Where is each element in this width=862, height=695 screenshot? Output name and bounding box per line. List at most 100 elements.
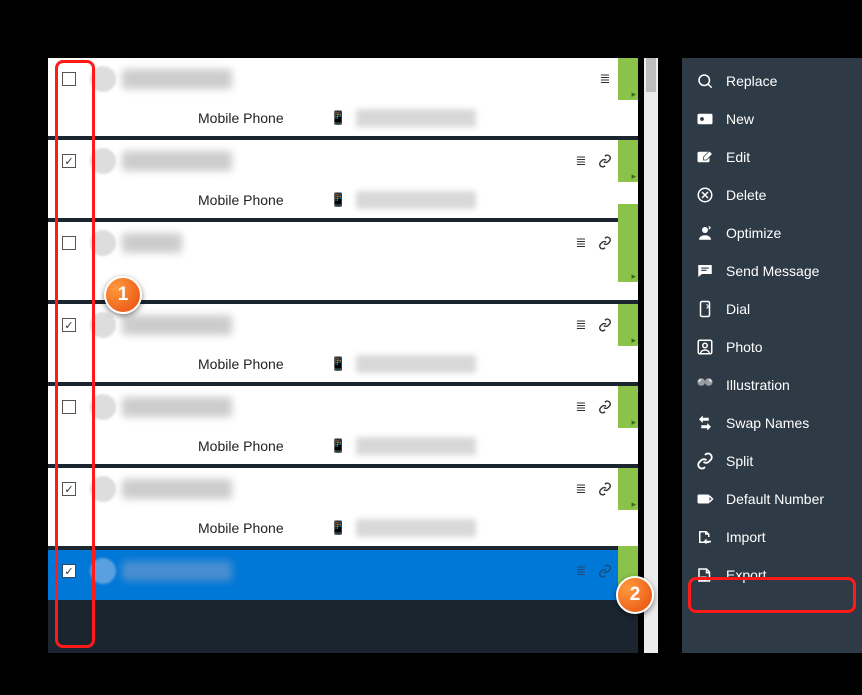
export-icon xyxy=(694,564,716,586)
sidebar-item-import[interactable]: Import xyxy=(682,518,862,556)
phone-type-label: Mobile Phone xyxy=(198,520,318,536)
phone-number xyxy=(356,109,476,127)
contact-checkbox[interactable] xyxy=(62,72,76,86)
contact-checkbox[interactable]: ✓ xyxy=(62,318,76,332)
sidebar-item-export[interactable]: Export xyxy=(682,556,862,594)
sidebar-label: Swap Names xyxy=(726,415,809,431)
sidebar-item-send-message[interactable]: Send Message xyxy=(682,252,862,290)
phone-number xyxy=(356,437,476,455)
phone-icon: 📱 xyxy=(330,192,344,208)
contact-checkbox[interactable] xyxy=(62,236,76,250)
contact-row[interactable]: ✓ ≣ Mobile Phone 📱 xyxy=(48,140,638,218)
expand-bar[interactable] xyxy=(618,140,638,182)
link-icon[interactable] xyxy=(596,480,614,498)
contact-checkbox[interactable]: ✓ xyxy=(62,482,76,496)
list-view-icon[interactable]: ≣ xyxy=(572,562,590,580)
contact-row[interactable]: ✓ ≣ xyxy=(48,550,638,600)
edit-icon xyxy=(694,146,716,168)
avatar xyxy=(90,476,116,502)
photo-icon xyxy=(694,336,716,358)
avatar xyxy=(90,148,116,174)
sidebar-item-dial[interactable]: Dial xyxy=(682,290,862,328)
phone-type-label: Mobile Phone xyxy=(198,192,318,208)
dial-icon xyxy=(694,298,716,320)
sidebar-item-illustration[interactable]: Illustration xyxy=(682,366,862,404)
link-icon[interactable] xyxy=(596,398,614,416)
list-view-icon[interactable]: ≣ xyxy=(572,316,590,334)
sidebar-label: New xyxy=(726,111,754,127)
contact-name xyxy=(122,233,182,253)
scrollbar[interactable] xyxy=(644,58,658,653)
contact-row[interactable]: ≣ Mobile Phone 📱 xyxy=(48,386,638,464)
replace-icon xyxy=(694,70,716,92)
phone-type-label: Mobile Phone xyxy=(198,110,318,126)
expand-bar[interactable] xyxy=(618,58,638,100)
illustration-icon xyxy=(694,374,716,396)
sidebar-item-swap-names[interactable]: Swap Names xyxy=(682,404,862,442)
sidebar-label: Split xyxy=(726,453,753,469)
contact-name xyxy=(122,69,232,89)
avatar xyxy=(90,558,116,584)
sidebar-item-optimize[interactable]: Optimize xyxy=(682,214,862,252)
sidebar-item-edit[interactable]: Edit xyxy=(682,138,862,176)
list-view-icon[interactable]: ≣ xyxy=(572,152,590,170)
sidebar-item-split[interactable]: Split xyxy=(682,442,862,480)
link-icon[interactable] xyxy=(596,316,614,334)
list-view-icon[interactable]: ≣ xyxy=(572,480,590,498)
default-number-icon xyxy=(694,488,716,510)
avatar xyxy=(90,66,116,92)
expand-bar[interactable] xyxy=(618,468,638,510)
expand-bar[interactable] xyxy=(618,386,638,428)
list-view-icon[interactable]: ≣ xyxy=(572,398,590,416)
phone-type-label: Mobile Phone xyxy=(198,356,318,372)
phone-icon: 📱 xyxy=(330,520,344,536)
avatar xyxy=(90,394,116,420)
phone-type-label: Mobile Phone xyxy=(198,438,318,454)
contact-row[interactable]: ✓ ≣ Mobile Phone 📱 xyxy=(48,468,638,546)
sidebar-label: Illustration xyxy=(726,377,790,393)
link-icon[interactable] xyxy=(596,234,614,252)
avatar xyxy=(90,230,116,256)
phone-icon: 📱 xyxy=(330,110,344,126)
sidebar-item-default-number[interactable]: Default Number xyxy=(682,480,862,518)
expand-bar[interactable] xyxy=(618,204,638,282)
sidebar-label: Optimize xyxy=(726,225,781,241)
list-view-icon[interactable]: ≣ xyxy=(596,70,614,88)
sidebar-label: Export xyxy=(726,567,766,583)
sidebar-item-photo[interactable]: Photo xyxy=(682,328,862,366)
phone-number xyxy=(356,519,476,537)
import-icon xyxy=(694,526,716,548)
swap-names-icon xyxy=(694,412,716,434)
sidebar-item-new[interactable]: New xyxy=(682,100,862,138)
contact-name xyxy=(122,561,232,581)
avatar xyxy=(90,312,116,338)
contact-name xyxy=(122,479,232,499)
sidebar-item-delete[interactable]: Delete xyxy=(682,176,862,214)
phone-icon: 📱 xyxy=(330,356,344,372)
new-icon xyxy=(694,108,716,130)
contact-checkbox[interactable]: ✓ xyxy=(62,154,76,168)
annotation-badge-2: 2 xyxy=(616,576,654,614)
phone-number xyxy=(356,355,476,373)
annotation-badge-1: 1 xyxy=(104,276,142,314)
link-icon[interactable] xyxy=(596,562,614,580)
contact-name xyxy=(122,315,232,335)
expand-bar[interactable] xyxy=(618,304,638,346)
contact-checkbox[interactable]: ✓ xyxy=(62,564,76,578)
contacts-list: ≣ Mobile Phone 📱 ✓ ≣ Mobile Phone 📱 xyxy=(48,58,638,653)
actions-sidebar: Replace New Edit Delete Optimize Send Me… xyxy=(682,58,862,653)
sidebar-label: Send Message xyxy=(726,263,819,279)
send-message-icon xyxy=(694,260,716,282)
sidebar-label: Default Number xyxy=(726,491,824,507)
phone-icon: 📱 xyxy=(330,438,344,454)
contact-checkbox[interactable] xyxy=(62,400,76,414)
link-icon[interactable] xyxy=(596,152,614,170)
contact-row[interactable]: ✓ ≣ Mobile Phone 📱 xyxy=(48,304,638,382)
contact-row[interactable]: ≣ Mobile Phone 📱 xyxy=(48,58,638,136)
sidebar-label: Edit xyxy=(726,149,750,165)
sidebar-label: Replace xyxy=(726,73,777,89)
list-view-icon[interactable]: ≣ xyxy=(572,234,590,252)
delete-icon xyxy=(694,184,716,206)
scrollbar-thumb[interactable] xyxy=(646,58,656,92)
sidebar-item-replace[interactable]: Replace xyxy=(682,62,862,100)
